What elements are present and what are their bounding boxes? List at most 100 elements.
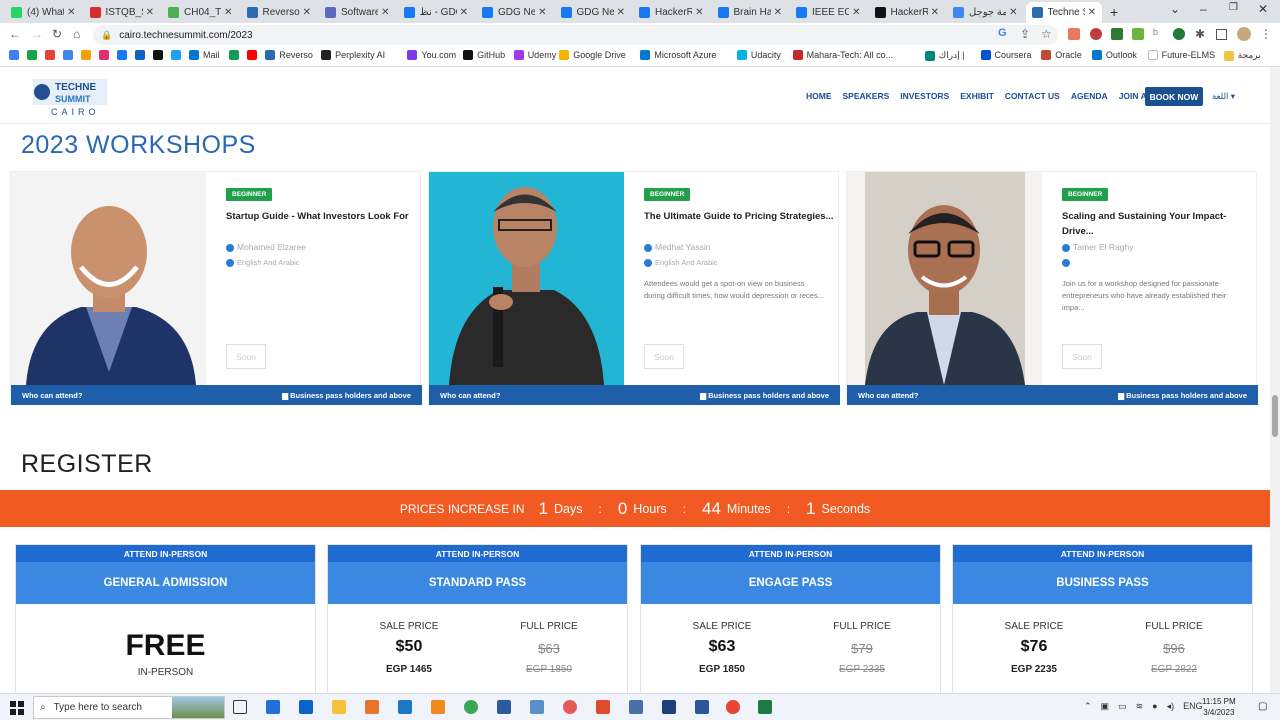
bookmark-item[interactable]: Mail — [189, 50, 220, 60]
extension-icon[interactable] — [1173, 28, 1185, 40]
nav-home[interactable]: HOME — [806, 91, 832, 102]
app-icon[interactable] — [695, 700, 709, 714]
bookmark-item[interactable]: برمجة — [1223, 50, 1261, 61]
soon-button[interactable]: Soon — [644, 344, 684, 369]
extensions-puzzle-icon[interactable]: ✱ — [1195, 27, 1205, 41]
app-icon[interactable] — [629, 700, 643, 714]
home-icon[interactable]: ⌂ — [73, 27, 80, 41]
bookmark-item[interactable]: Outlook — [1091, 50, 1137, 60]
bookmark-item[interactable]: Reverso — [265, 50, 313, 60]
bookmark-star-icon[interactable]: ☆ — [1041, 27, 1052, 41]
browser-tab[interactable]: GDG New...✕ — [476, 2, 553, 23]
bookmark-item[interactable]: Microsoft Azure — [640, 50, 716, 60]
chrome-icon[interactable] — [726, 700, 740, 714]
techne-summit-logo[interactable]: TECHNE SUMMIT CAIRO — [33, 77, 109, 117]
address-bar[interactable]: 🔒 cairo.technesummit.com/2023 — [93, 25, 1058, 45]
wifi-icon[interactable]: ≋ — [1136, 701, 1144, 712]
bookmark-item[interactable]: Oracle — [1041, 50, 1082, 60]
tab-close-icon[interactable]: ✕ — [146, 7, 154, 18]
browser-tab[interactable]: Software...✕ — [319, 2, 396, 23]
app-icon[interactable] — [596, 700, 610, 714]
extension-icon[interactable]: b — [1153, 27, 1158, 37]
extension-icon[interactable] — [1111, 28, 1123, 40]
nav-exhibit[interactable]: EXHIBIT — [960, 91, 994, 102]
input-language[interactable]: ENG — [1183, 701, 1203, 712]
bookmark-item[interactable]: Udacity — [736, 50, 781, 60]
forward-icon[interactable]: → — [31, 27, 43, 41]
pass-card-business[interactable]: ATTEND IN-PERSON BUSINESS PASS SALE PRIC… — [952, 544, 1253, 693]
taskbar-search-box[interactable]: ⌕ Type here to search — [33, 696, 225, 719]
bookmark-item[interactable] — [99, 50, 113, 60]
workshop-card[interactable]: BEGINNER Startup Guide - What Investors … — [10, 171, 422, 405]
tab-close-icon[interactable]: ✕ — [774, 7, 782, 18]
file-explorer-icon[interactable] — [332, 700, 346, 714]
app-icon[interactable] — [530, 700, 544, 714]
app-icon[interactable] — [563, 700, 577, 714]
tab-close-icon[interactable]: ✕ — [617, 7, 625, 18]
tab-close-icon[interactable]: ✕ — [303, 7, 311, 18]
mail-icon[interactable] — [299, 700, 313, 714]
tab-close-icon[interactable]: ✕ — [67, 7, 75, 18]
pass-card-engage[interactable]: ATTEND IN-PERSON ENGAGE PASS SALE PRICE … — [640, 544, 941, 693]
bookmark-item[interactable] — [171, 50, 185, 60]
tab-close-icon[interactable]: ✕ — [852, 7, 860, 18]
browser-tab[interactable]: Techne S...✕ — [1025, 2, 1102, 23]
vlc-icon[interactable] — [431, 700, 445, 714]
tray-chevron-icon[interactable]: ⌃ — [1084, 701, 1092, 712]
browser-tab[interactable]: Brain Hac...✕ — [712, 2, 789, 23]
pass-card-general[interactable]: ATTEND IN-PERSON GENERAL ADMISSION FREE … — [15, 544, 316, 693]
bookmark-item[interactable]: Mahara-Tech: All co... — [792, 50, 893, 60]
google-icon[interactable]: G — [998, 27, 1007, 39]
soon-button[interactable]: Soon — [1062, 344, 1102, 369]
scrollbar-thumb[interactable] — [1272, 395, 1278, 437]
maximize-button[interactable]: ❐ — [1229, 2, 1238, 13]
task-view-icon[interactable] — [233, 700, 247, 714]
language-switcher[interactable]: اللغة ▾ — [1212, 91, 1235, 102]
bookmark-item[interactable] — [135, 50, 149, 60]
bookmark-item[interactable] — [9, 50, 23, 60]
browser-tab[interactable]: ترجمة جوجل✕ — [947, 2, 1024, 23]
bookmark-item[interactable] — [247, 50, 261, 60]
tray-app-icon[interactable]: ▣ — [1101, 701, 1110, 712]
browser-tab[interactable]: (4) WhatsApp✕ — [5, 2, 82, 23]
bookmark-item[interactable]: GitHub — [463, 50, 505, 60]
notifications-icon[interactable]: ▢ — [1258, 701, 1267, 712]
workshop-title[interactable]: The Ultimate Guide to Pricing Strategies… — [644, 209, 834, 224]
workshop-card[interactable]: BEGINNER Scaling and Sustaining Your Imp… — [846, 171, 1258, 405]
nav-investors[interactable]: INVESTORS — [900, 91, 949, 102]
windows-start-icon[interactable] — [10, 701, 24, 715]
bookmark-item[interactable] — [81, 50, 95, 60]
tab-close-icon[interactable]: ✕ — [1088, 7, 1096, 18]
close-window-button[interactable]: ✕ — [1258, 2, 1268, 16]
browser-tab[interactable]: CH04_TXT...✕ — [162, 2, 239, 23]
vscode-icon[interactable] — [398, 700, 412, 714]
reload-icon[interactable]: ↻ — [52, 27, 62, 41]
nav-contact-us[interactable]: CONTACT US — [1005, 91, 1060, 102]
new-tab-button[interactable]: + — [1110, 4, 1118, 20]
nav-agenda[interactable]: AGENDA — [1071, 91, 1108, 102]
workshop-card[interactable]: BEGINNER The Ultimate Guide to Pricing S… — [428, 171, 840, 405]
app-icon[interactable] — [497, 700, 511, 714]
app-icon[interactable] — [662, 700, 676, 714]
tab-close-icon[interactable]: ✕ — [695, 7, 703, 18]
bookmark-item[interactable]: Perplexity AI — [321, 50, 385, 60]
page-scrollbar[interactable] — [1270, 67, 1280, 693]
back-icon[interactable]: ← — [9, 27, 21, 41]
browser-tab[interactable]: ISTQB_SW...✕ — [84, 2, 161, 23]
app-icon[interactable] — [365, 700, 379, 714]
microphone-icon[interactable]: ● — [1152, 701, 1157, 712]
browser-tab[interactable]: Reverso |...✕ — [241, 2, 318, 23]
tab-close-icon[interactable]: ✕ — [931, 7, 939, 18]
tab-close-icon[interactable]: ✕ — [460, 7, 468, 18]
minimize-button[interactable]: – — [1200, 2, 1207, 16]
bookmark-item[interactable]: Coursera — [980, 50, 1032, 60]
extension-icon[interactable] — [1090, 28, 1102, 40]
tab-close-icon[interactable]: ✕ — [381, 7, 389, 18]
bookmark-item[interactable]: Google Drive — [559, 50, 626, 60]
extension-icon[interactable] — [1132, 28, 1144, 40]
profile-avatar[interactable] — [1237, 27, 1251, 41]
workshop-title[interactable]: Scaling and Sustaining Your Impact-Drive… — [1062, 209, 1252, 239]
battery-icon[interactable]: ▭ — [1118, 701, 1127, 712]
nav-speakers[interactable]: SPEAKERS — [843, 91, 890, 102]
menu-icon[interactable]: ⋮ — [1260, 27, 1272, 41]
